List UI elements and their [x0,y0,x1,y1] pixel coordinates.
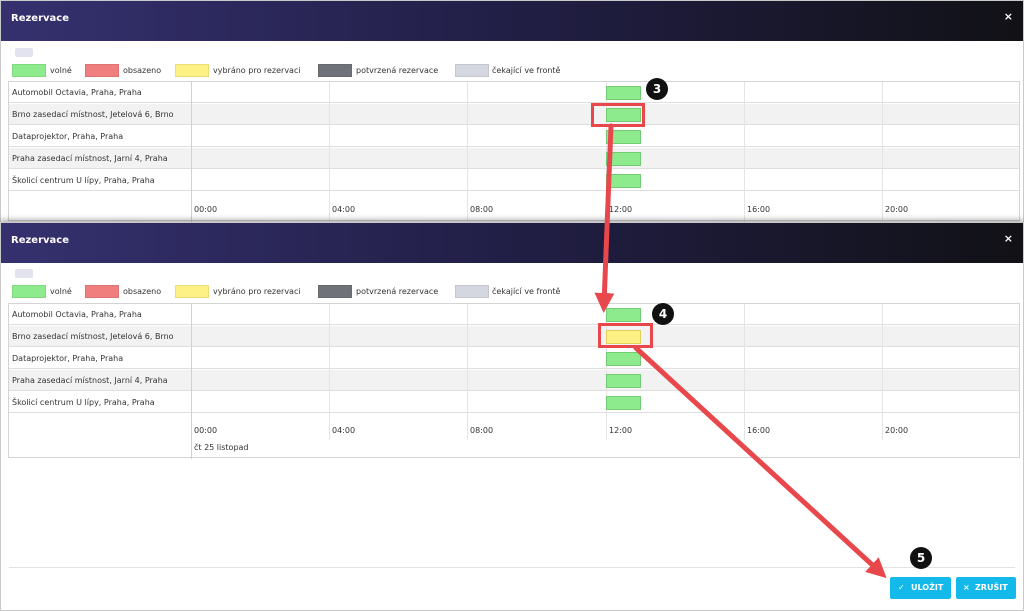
dialog-title: Rezervace [11,13,69,24]
time-tick: 00:00 [194,205,218,214]
save-button-label: ULOŽIT [911,583,944,592]
resource-row: Dataprojektor, Praha, Praha [9,126,1019,147]
check-icon: ✓ [898,583,905,592]
legend-swatch-occupied [85,64,119,77]
reservation-dialog-after: Rezervace × volné obsazeno vybráno pro r… [0,222,1024,611]
grid-line [329,304,330,440]
legend-label-waiting: čekající ve frontě [492,66,561,75]
toolbar-chip[interactable] [15,48,33,57]
resource-row: Dataprojektor, Praha, Praha [9,348,1019,369]
time-tick: 16:00 [747,205,771,214]
free-slot[interactable] [606,86,641,100]
cancel-button[interactable]: × ZRUŠIT [956,577,1016,599]
resource-row: Praha zasedací místnost, Jarní 4, Praha [9,148,1019,169]
legend-swatch-selected [175,285,209,298]
resource-row: Brno zasedací místnost, Jetelová 6, Brno [9,326,1019,347]
resource-name: Dataprojektor, Praha, Praha [12,132,124,141]
time-tick: 20:00 [885,205,909,214]
time-tick: 16:00 [747,426,771,435]
legend-label-confirmed: potvrzená rezervace [356,66,439,75]
resource-name: Školicí centrum U lípy, Praha, Praha [12,176,155,185]
legend-swatch-confirmed [318,285,352,298]
grid-line [744,82,745,222]
resource-row: Školicí centrum U lípy, Praha, Praha [9,392,1019,413]
resource-row: Školicí centrum U lípy, Praha, Praha [9,170,1019,191]
legend: volné obsazeno vybráno pro rezervaci pot… [12,285,612,299]
free-slot[interactable] [606,308,641,322]
free-slot[interactable] [606,130,641,144]
timeline-grid: Automobil Octavia, Praha, Praha Brno zas… [8,303,1020,459]
resource-row: Praha zasedací místnost, Jarní 4, Praha [9,370,1019,391]
legend-swatch-confirmed [318,64,352,77]
step-badge-4: 4 [652,303,674,325]
date-label: čt 25 listopad [194,443,249,452]
close-icon[interactable]: × [1004,10,1013,23]
dialog-titlebar: Rezervace × [1,1,1023,41]
legend-label-occupied: obsazeno [123,287,162,296]
grid-line [467,82,468,222]
grid-line [467,304,468,440]
resource-row: Brno zasedací místnost, Jetelová 6, Brno [9,104,1019,125]
time-tick: 04:00 [332,205,356,214]
free-slot[interactable] [606,152,641,166]
dialog-title: Rezervace [11,235,69,246]
resource-name: Praha zasedací místnost, Jarní 4, Praha [12,376,168,385]
legend-swatch-waiting [455,285,489,298]
label-divider [191,304,192,459]
resource-name: Brno zasedací místnost, Jetelová 6, Brno [12,110,174,119]
legend-swatch-waiting [455,64,489,77]
legend-label-selected: vybráno pro rezervaci [213,66,301,75]
legend-label-confirmed: potvrzená rezervace [356,287,439,296]
close-icon[interactable]: × [1004,232,1013,245]
highlight-box [598,323,653,348]
resource-name: Brno zasedací místnost, Jetelová 6, Brno [12,332,174,341]
step-badge-5: 5 [910,547,932,569]
resource-row: Automobil Octavia, Praha, Praha [9,304,1019,325]
legend-label-free: volné [50,287,72,296]
legend-label-free: volné [50,66,72,75]
grid-line [882,304,883,440]
resource-name: Dataprojektor, Praha, Praha [12,354,124,363]
grid-line [744,304,745,440]
free-slot[interactable] [606,352,641,366]
cancel-button-label: ZRUŠIT [975,583,1008,592]
cancel-x-icon: × [963,583,970,592]
dialog-titlebar: Rezervace × [1,223,1023,263]
legend-swatch-occupied [85,285,119,298]
resource-name: Praha zasedací místnost, Jarní 4, Praha [12,154,168,163]
grid-line [882,82,883,222]
free-slot[interactable] [606,174,641,188]
time-tick: 08:00 [470,205,494,214]
legend-swatch-selected [175,64,209,77]
footer-divider [9,567,1015,568]
time-tick: 08:00 [470,426,494,435]
toolbar-chip[interactable] [15,269,33,278]
time-tick: 00:00 [194,426,218,435]
reservation-dialog-before: Rezervace × volné obsazeno vybráno pro r… [0,0,1024,226]
highlight-box [591,103,645,127]
resource-name: Automobil Octavia, Praha, Praha [12,310,142,319]
time-tick: 12:00 [609,205,633,214]
legend-swatch-free [12,285,46,298]
resource-row: Automobil Octavia, Praha, Praha [9,82,1019,103]
resource-name: Automobil Octavia, Praha, Praha [12,88,142,97]
legend-swatch-free [12,64,46,77]
time-tick: 12:00 [609,426,633,435]
label-divider [191,82,192,222]
legend-label-occupied: obsazeno [123,66,162,75]
legend-label-waiting: čekající ve frontě [492,287,561,296]
timeline-grid: Automobil Octavia, Praha, Praha Brno zas… [8,81,1020,222]
grid-line [329,82,330,222]
free-slot[interactable] [606,374,641,388]
free-slot[interactable] [606,396,641,410]
legend: volné obsazeno vybráno pro rezervaci pot… [12,64,612,78]
legend-label-selected: vybráno pro rezervaci [213,287,301,296]
time-tick: 20:00 [885,426,909,435]
save-button[interactable]: ✓ ULOŽIT [890,577,951,599]
time-tick: 04:00 [332,426,356,435]
step-badge-3: 3 [646,78,668,100]
resource-name: Školicí centrum U lípy, Praha, Praha [12,398,155,407]
